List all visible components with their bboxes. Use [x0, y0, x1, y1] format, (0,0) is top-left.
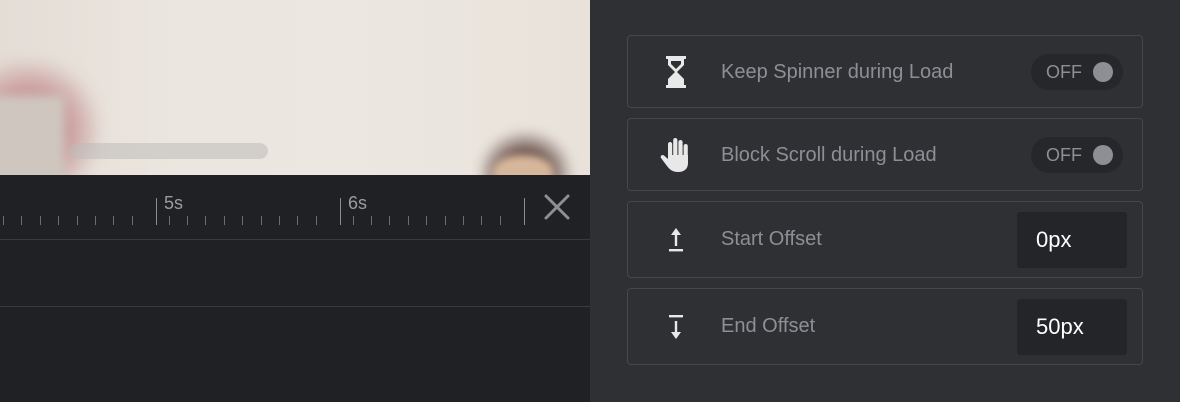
ruler-minor-tick — [95, 216, 96, 225]
ruler-minor-tick — [58, 216, 59, 225]
start-offset-label: Start Offset — [721, 228, 822, 250]
arrow-down-bar-icon — [658, 309, 694, 345]
ruler-major-tick — [524, 198, 525, 225]
preview-progress-bar — [70, 143, 268, 159]
editor-area: 5s 6s — [0, 0, 590, 402]
setting-block-scroll: Block Scroll during Load OFF — [627, 118, 1143, 191]
ruler-minor-tick — [297, 216, 298, 225]
ruler-minor-tick — [316, 216, 317, 225]
ruler-minor-tick — [353, 216, 354, 225]
ruler-minor-tick — [445, 216, 446, 225]
ruler-minor-tick — [481, 216, 482, 225]
keep-spinner-label: Keep Spinner during Load — [721, 61, 954, 83]
block-scroll-label: Block Scroll during Load — [721, 144, 937, 166]
ruler-minor-tick — [242, 216, 243, 225]
toggle-knob — [1093, 145, 1113, 165]
ruler-minor-tick — [21, 216, 22, 225]
preview-object-left-inner — [0, 95, 65, 175]
tick-label-6s: 6s — [348, 193, 368, 213]
toggle-state-text: OFF — [1046, 62, 1082, 82]
ruler-minor-tick — [408, 216, 409, 225]
ruler-major-tick — [340, 198, 341, 225]
setting-start-offset: Start Offset — [627, 201, 1143, 278]
track-divider — [0, 306, 590, 307]
ruler-minor-tick — [389, 216, 390, 225]
arrow-up-bar-icon — [658, 222, 694, 258]
ruler-minor-tick — [371, 216, 372, 225]
setting-end-offset: End Offset — [627, 288, 1143, 365]
start-offset-input[interactable] — [1017, 212, 1127, 268]
video-preview[interactable] — [0, 0, 590, 175]
settings-panel: Keep Spinner during Load OFF Block Scrol… — [590, 0, 1180, 402]
timeline-ruler[interactable] — [0, 175, 590, 240]
ruler-major-tick — [156, 198, 157, 225]
close-timeline-button[interactable] — [540, 190, 574, 224]
ruler-minor-tick — [224, 216, 225, 225]
app-root: 5s 6s Keep Spinner during Load OFF Block… — [0, 0, 1180, 402]
ruler-minor-tick — [187, 216, 188, 225]
keep-spinner-toggle[interactable]: OFF — [1031, 54, 1123, 90]
ruler-minor-tick — [261, 216, 262, 225]
ruler-minor-tick — [40, 216, 41, 225]
block-scroll-toggle[interactable]: OFF — [1031, 137, 1123, 173]
ruler-minor-tick — [426, 216, 427, 225]
tick-label-5s: 5s — [164, 193, 184, 213]
toggle-state-text: OFF — [1046, 145, 1082, 165]
close-icon — [544, 194, 570, 220]
end-offset-input[interactable] — [1017, 299, 1127, 355]
hand-icon — [658, 137, 694, 173]
ruler-minor-tick — [205, 216, 206, 225]
ruler-minor-tick — [500, 216, 501, 225]
toggle-knob — [1093, 62, 1113, 82]
ruler-minor-tick — [77, 216, 78, 225]
ruler-minor-tick — [113, 216, 114, 225]
hourglass-icon — [658, 54, 694, 90]
ruler-minor-tick — [132, 216, 133, 225]
end-offset-label: End Offset — [721, 315, 816, 337]
ruler-minor-tick — [463, 216, 464, 225]
ruler-minor-tick — [279, 216, 280, 225]
ruler-minor-tick — [169, 216, 170, 225]
ruler-minor-tick — [3, 216, 4, 225]
setting-keep-spinner: Keep Spinner during Load OFF — [627, 35, 1143, 108]
